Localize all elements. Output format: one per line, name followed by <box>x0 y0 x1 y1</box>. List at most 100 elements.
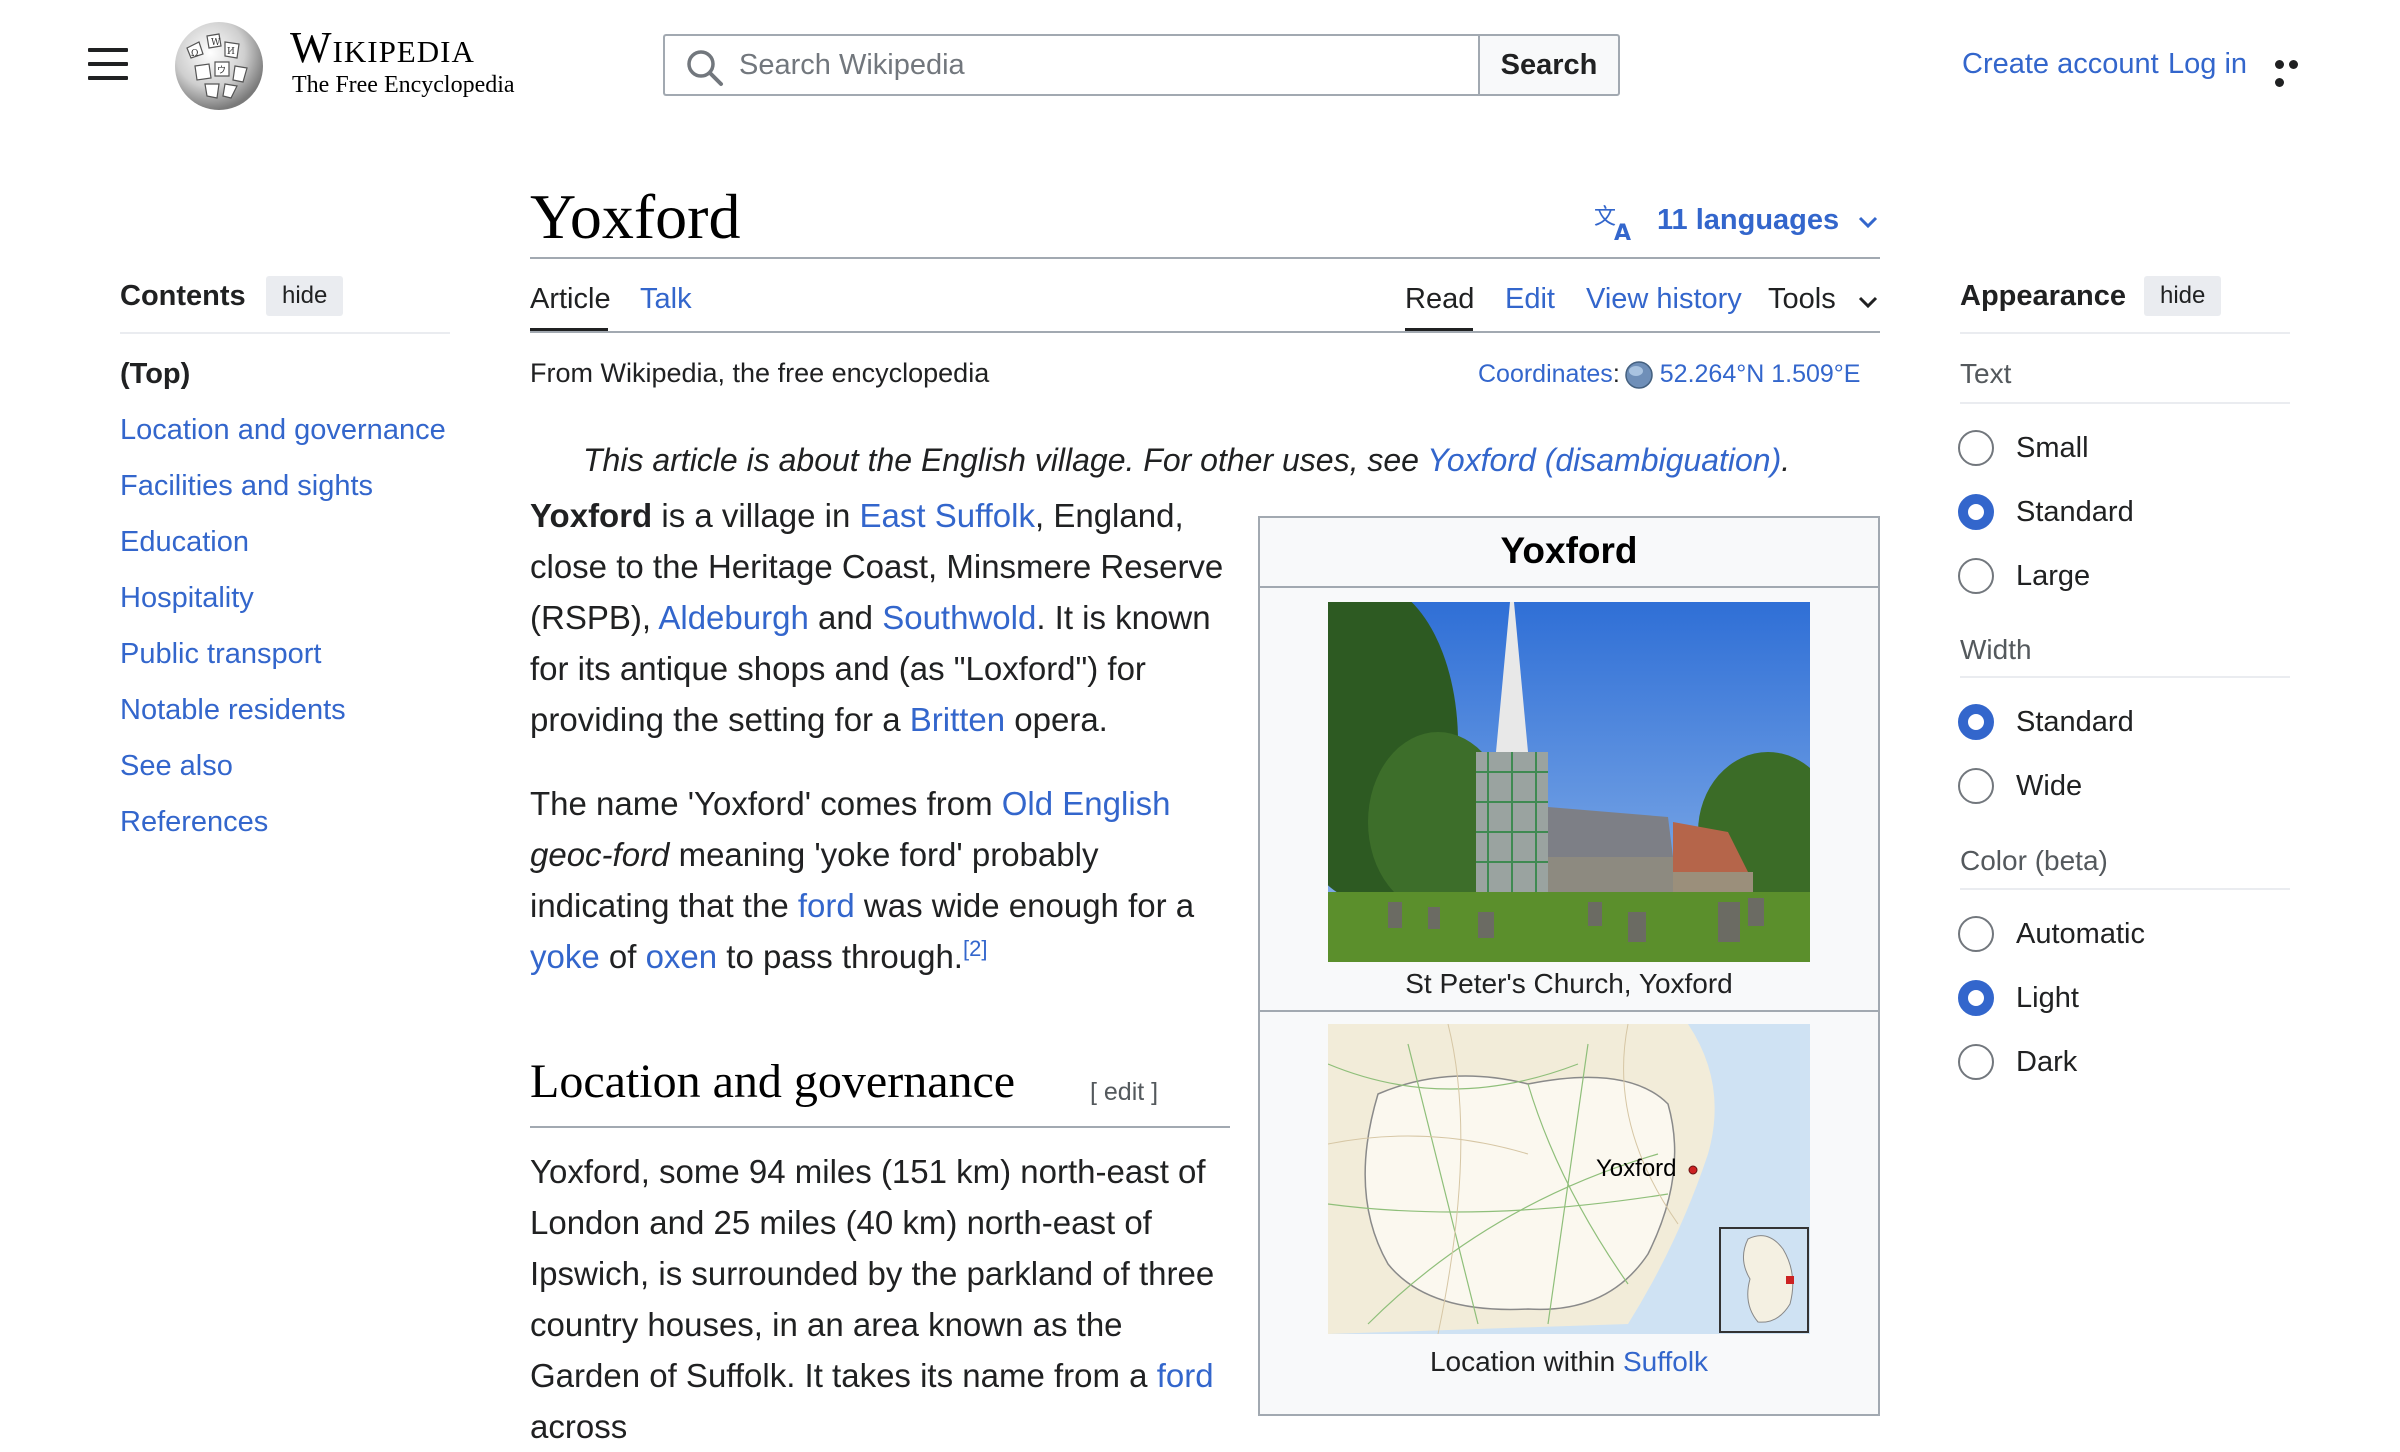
toc-item-hospitality[interactable]: Hospitality <box>120 582 254 615</box>
radio-label: Light <box>2016 982 2079 1014</box>
location-map[interactable]: Yoxford <box>1328 1024 1810 1334</box>
radio-text-large[interactable] <box>1958 558 1994 594</box>
search-icon <box>687 50 723 86</box>
wikipedia-globe-logo[interactable]: Ω W И ウ <box>168 18 270 112</box>
text-run: is a village in <box>652 497 860 534</box>
tab-talk[interactable]: Talk <box>640 283 692 316</box>
text-run: was wide enough for a <box>854 887 1195 924</box>
coordinates: Coordinates: 52.264°N 1.509°E <box>1478 360 1860 390</box>
italic-term: geoc-ford <box>530 836 670 873</box>
disambiguation-link[interactable]: Yoxford (disambiguation) <box>1427 442 1781 478</box>
church-photo[interactable] <box>1328 602 1810 962</box>
tab-article[interactable]: Article <box>530 283 611 316</box>
text-run: across <box>530 1408 628 1445</box>
chevron-down-icon[interactable] <box>1856 210 1880 234</box>
radio-label: Standard <box>2016 496 2134 528</box>
section-edit-link[interactable]: [ edit ] <box>1090 1078 1158 1107</box>
create-account-link[interactable]: Create account <box>1962 48 2159 81</box>
text-run: of <box>599 938 646 975</box>
svg-text:И: И <box>227 47 235 57</box>
radio-width-standard[interactable] <box>1958 704 1994 740</box>
main-menu-icon[interactable] <box>88 48 128 82</box>
svg-text:ウ: ウ <box>217 65 226 76</box>
bold-term: Yoxford <box>530 497 653 534</box>
color-label: Color (beta) <box>1960 845 2108 876</box>
site-subtitle: From Wikipedia, the free encyclopedia <box>530 358 990 388</box>
svg-text:A: A <box>1614 221 1631 242</box>
reference-link[interactable]: [2] <box>963 936 987 961</box>
text-size-label: Text <box>1960 358 2012 389</box>
radio-width-wide[interactable] <box>1958 768 1994 804</box>
link-suffolk[interactable]: Suffolk <box>1623 1346 1708 1377</box>
link-yoke[interactable]: yoke <box>530 938 600 975</box>
coordinates-label-link[interactable]: Coordinates <box>1478 360 1613 388</box>
radio-label: Wide <box>2016 770 2083 802</box>
title-divider <box>530 257 1880 259</box>
text-run: Yoxford, some 94 miles (151 km) north-ea… <box>530 1153 1215 1394</box>
radio-label: Dark <box>2016 1046 2078 1078</box>
radio-color-dark[interactable] <box>1958 1044 1994 1080</box>
toc-item-references[interactable]: References <box>120 806 268 839</box>
wikipedia-wordmark[interactable]: Wikipedia <box>290 22 475 73</box>
appearance-hide-button[interactable]: hide <box>2144 276 2222 316</box>
radio-label: Small <box>2016 432 2089 464</box>
link-oxen[interactable]: oxen <box>646 938 718 975</box>
log-in-link[interactable]: Log in <box>2168 48 2247 81</box>
toc-item-public-transport[interactable]: Public transport <box>120 638 322 671</box>
chevron-down-icon[interactable] <box>1856 290 1880 314</box>
search-box <box>663 34 1478 96</box>
toc-title: Contents <box>120 280 246 312</box>
toc-item-facilities-and-sights[interactable]: Facilities and sights <box>120 470 373 503</box>
tools-dropdown[interactable]: Tools <box>1768 283 1836 316</box>
link-ford[interactable]: ford <box>1157 1357 1214 1394</box>
toc-item-location-and-governance[interactable]: Location and governance <box>120 414 446 447</box>
section-divider <box>530 1126 1230 1128</box>
location-paragraph: Yoxford, some 94 miles (151 km) north-ea… <box>530 1146 1230 1452</box>
radio-text-standard[interactable] <box>1958 494 1994 530</box>
location-map-caption: Location within Suffolk <box>1258 1346 1880 1378</box>
hatnote-text: This article is about the English villag… <box>583 442 1428 478</box>
radio-color-light[interactable] <box>1958 980 1994 1016</box>
language-icon[interactable]: 文 A <box>1594 202 1638 242</box>
search-input[interactable] <box>739 36 1459 94</box>
appearance-title: Appearance <box>1960 280 2127 312</box>
toc-item-education[interactable]: Education <box>120 526 249 559</box>
map-town-label: Yoxford <box>1596 1155 1677 1182</box>
toc-divider <box>120 332 450 334</box>
text-run: to pass through. <box>717 938 963 975</box>
toc-item-see-also[interactable]: See also <box>120 750 233 783</box>
toc-item-notable-residents[interactable]: Notable residents <box>120 694 346 727</box>
tabs-divider <box>530 331 1880 333</box>
width-label: Width <box>1960 634 2032 665</box>
tab-view-history[interactable]: View history <box>1586 283 1742 316</box>
hatnote-period: . <box>1781 442 1791 478</box>
intro-paragraph-2: The name 'Yoxford' comes from Old Englis… <box>530 778 1230 982</box>
radio-color-automatic[interactable] <box>1958 916 1994 952</box>
language-selector-button[interactable]: 11 languages <box>1657 204 1839 237</box>
coordinates-value-link[interactable]: 52.264°N 1.509°E <box>1660 360 1861 388</box>
appearance-group-divider <box>1960 888 2290 890</box>
link-east-suffolk[interactable]: East Suffolk <box>860 497 1036 534</box>
link-old-english[interactable]: Old English <box>1002 785 1171 822</box>
link-aldeburgh[interactable]: Aldeburgh <box>658 599 808 636</box>
wikipedia-tagline: The Free Encyclopedia <box>292 72 515 98</box>
radio-text-small[interactable] <box>1958 430 1994 466</box>
globe-icon[interactable] <box>1624 360 1654 390</box>
section-heading: Location and governance <box>530 1055 1016 1108</box>
more-options-icon[interactable] <box>2275 56 2315 87</box>
radio-label: Automatic <box>2016 918 2145 950</box>
svg-text:W: W <box>211 38 221 48</box>
toc-item-top[interactable]: (Top) <box>120 358 190 391</box>
link-southwold[interactable]: Southwold <box>882 599 1036 636</box>
link-ford[interactable]: ford <box>798 887 855 924</box>
map-caption-text: Location within <box>1429 1346 1623 1377</box>
toc-hide-button[interactable]: hide <box>266 276 344 316</box>
search-button[interactable]: Search <box>1478 34 1620 96</box>
tab-read[interactable]: Read <box>1405 283 1474 316</box>
svg-text:Ω: Ω <box>191 49 198 59</box>
infobox-title: Yoxford <box>1500 530 1638 571</box>
church-photo-caption: St Peter's Church, Yoxford <box>1405 968 1733 999</box>
link-britten[interactable]: Britten <box>910 701 1005 738</box>
appearance-group-divider <box>1960 402 2290 404</box>
tab-edit[interactable]: Edit <box>1505 283 1555 316</box>
